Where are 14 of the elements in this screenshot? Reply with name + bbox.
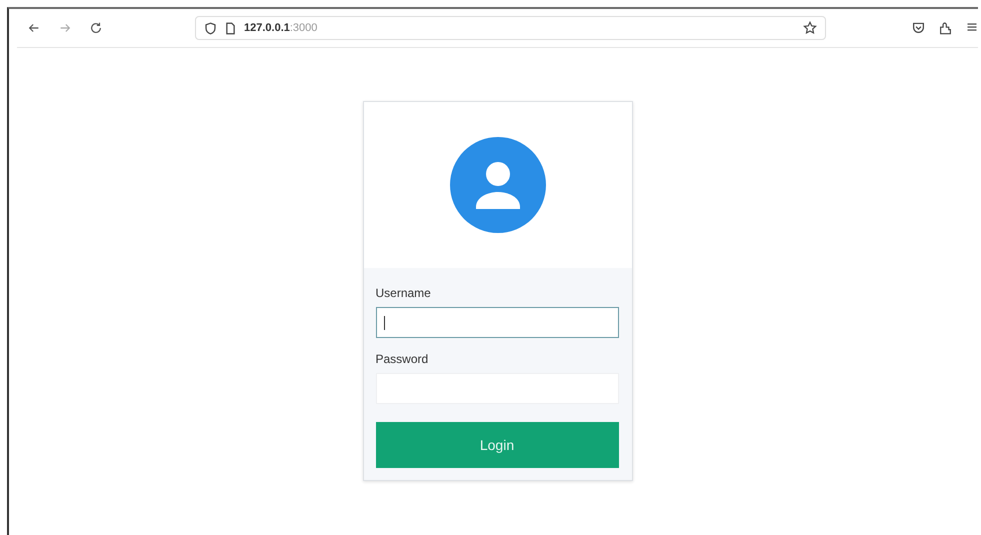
bookmark-star-icon[interactable] [803, 21, 817, 35]
reload-icon[interactable] [89, 21, 103, 35]
input-field[interactable] [376, 307, 618, 338]
menu-icon[interactable] [966, 21, 978, 33]
address-bar[interactable]: 127.0.0.1:3000 [195, 16, 826, 40]
back-icon[interactable] [27, 21, 41, 35]
shield-icon[interactable] [204, 22, 217, 34]
extensions-icon[interactable] [939, 21, 952, 35]
url-text: 127.0.0.1:3000 [244, 22, 318, 34]
page-icon [225, 22, 236, 34]
field-label: Password [376, 352, 430, 366]
field-label: Username [376, 286, 432, 300]
user-avatar-icon [450, 137, 546, 233]
pocket-icon[interactable] [912, 21, 925, 34]
